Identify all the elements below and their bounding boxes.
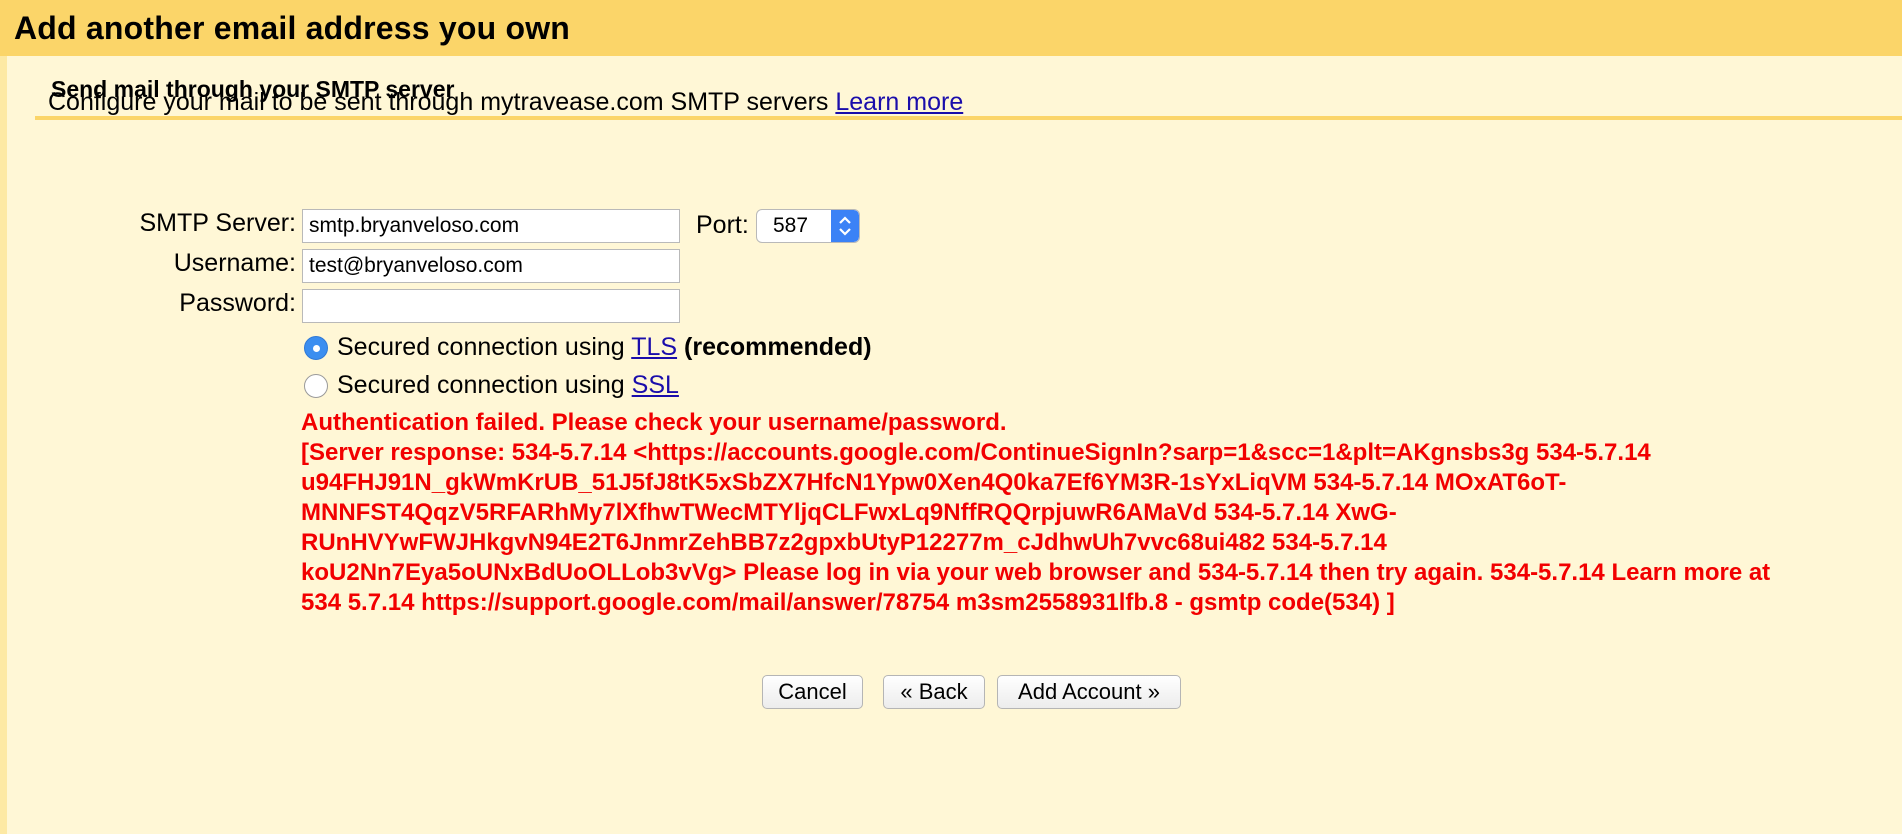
port-label: Port:	[696, 211, 749, 239]
ssl-link[interactable]: SSL	[632, 371, 679, 399]
tls-option: Secured connection using TLS (recommende…	[337, 333, 872, 362]
error-line: 534 5.7.14 https://support.google.com/ma…	[301, 589, 1395, 616]
description-label: Configure your mail to be sent through m…	[48, 88, 829, 116]
back-button[interactable]: « Back	[883, 675, 985, 709]
error-title: Authentication failed. Please check your…	[301, 409, 1007, 436]
smtp-server-input[interactable]	[302, 209, 680, 243]
port-select[interactable]: 587	[756, 209, 860, 243]
error-line: koU2Nn7Eya5oUNxBdUoOLLob3vVg> Please log…	[301, 559, 1771, 586]
ssl-prefix: Secured connection using	[337, 371, 625, 399]
dialog-title-bar: Add another email address you own	[0, 0, 1902, 56]
username-label: Username:	[173, 249, 296, 277]
add-account-button[interactable]: Add Account »	[997, 675, 1181, 709]
error-line: RUnHVYwFWJHkgvN94E2T6JnmrZehBB7z2gpxbUty…	[301, 529, 1387, 556]
learn-more-link[interactable]: Learn more	[835, 88, 963, 116]
recommended-text: (recommended)	[684, 333, 872, 361]
description-text: Configure your mail to be sent through m…	[48, 88, 963, 117]
error-line: [Server response: 534-5.7.14 <https://ac…	[301, 439, 1651, 466]
smtp-server-label: SMTP Server:	[139, 209, 296, 237]
tls-radio[interactable]	[304, 336, 328, 360]
error-message: [Server response: 534-5.7.14 <https://ac…	[301, 438, 1891, 618]
ssl-radio[interactable]	[304, 374, 328, 398]
ssl-option: Secured connection using SSL	[337, 371, 679, 400]
stepper-arrows-icon	[831, 210, 859, 242]
cancel-button[interactable]: Cancel	[762, 675, 863, 709]
tls-link[interactable]: TLS	[631, 333, 677, 361]
error-line: MNNFST4QqzV5RFARhMy7lXfhwTWecMTYljqCLFwx…	[301, 499, 1397, 526]
password-label: Password:	[179, 289, 296, 317]
tls-prefix: Secured connection using	[337, 333, 625, 361]
dialog-title: Add another email address you own	[14, 10, 571, 46]
port-value: 587	[773, 214, 809, 237]
password-input[interactable]	[302, 289, 680, 323]
username-input[interactable]	[302, 249, 680, 283]
error-line: u94FHJ91N_gkWmKrUB_51J5fJ8tK5xSbZX7HfcN1…	[301, 469, 1567, 496]
